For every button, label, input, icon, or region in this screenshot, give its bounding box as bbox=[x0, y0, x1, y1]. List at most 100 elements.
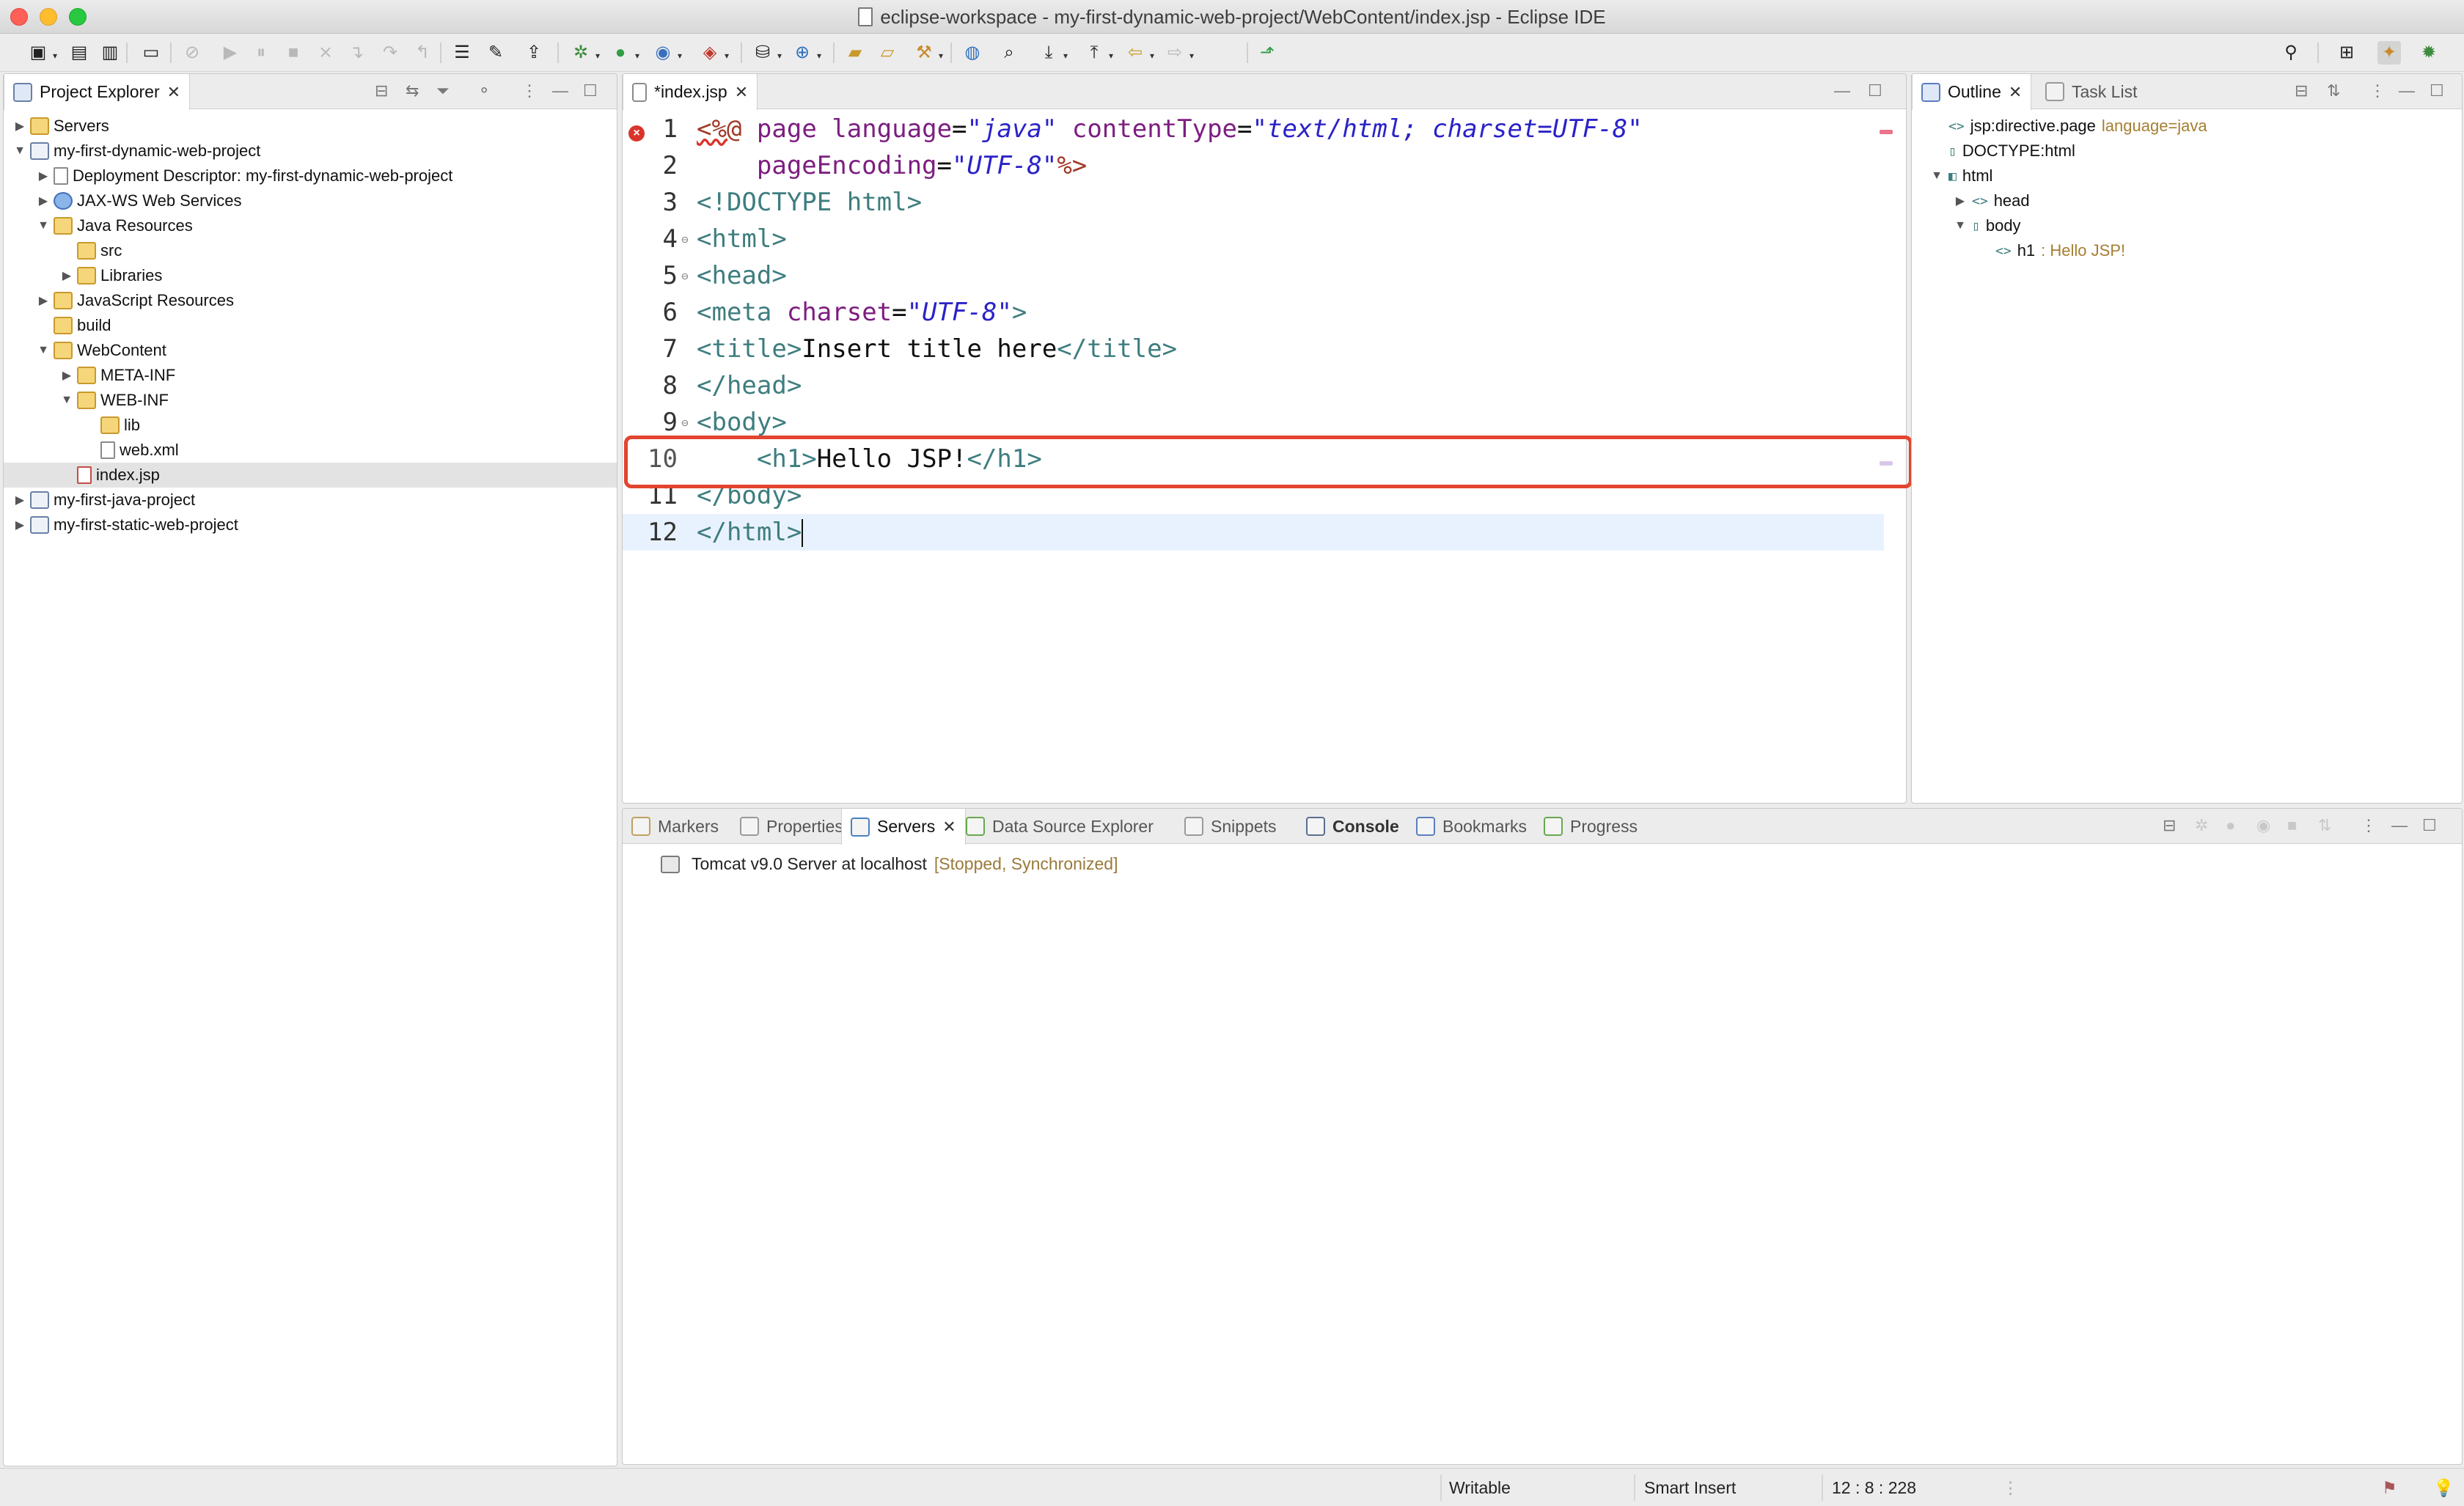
next-annotation-icon[interactable]: ⤓ ▾ bbox=[1037, 41, 1068, 65]
tree-item[interactable]: ▼ Java Resources bbox=[4, 213, 617, 238]
profile-server-icon[interactable]: ◉ bbox=[2256, 816, 2270, 835]
expand-chevron-icon[interactable]: ▶ bbox=[36, 293, 51, 308]
view-menu-icon[interactable]: ⋮ bbox=[521, 81, 538, 100]
expand-chevron-icon[interactable]: ▶ bbox=[36, 169, 51, 183]
tree-item[interactable]: ▶ META-INF bbox=[4, 363, 617, 388]
expand-chevron-icon[interactable]: ▶ bbox=[12, 493, 27, 507]
tab-index-jsp[interactable]: *index.jsp ✕ bbox=[623, 74, 758, 110]
collapse-chevron-icon[interactable]: ▼ bbox=[59, 394, 74, 407]
collapse-chevron-icon[interactable]: ▼ bbox=[1929, 169, 1944, 183]
stop-server-icon[interactable]: ■ bbox=[2287, 816, 2297, 835]
dropdown-caret-icon[interactable]: ▾ bbox=[1189, 51, 1194, 60]
tree-item[interactable]: index.jsp bbox=[4, 463, 617, 488]
line-number[interactable]: 1 bbox=[623, 114, 678, 144]
tree-item[interactable]: ▶ Libraries bbox=[4, 263, 617, 288]
dropdown-caret-icon[interactable]: ▾ bbox=[1109, 51, 1113, 60]
save-all-icon[interactable]: ▥ bbox=[98, 41, 122, 65]
line-number[interactable]: 4 bbox=[623, 224, 678, 254]
outline-item[interactable]: ▶ <> head bbox=[1912, 188, 2462, 213]
save-icon[interactable]: ▤ bbox=[67, 41, 91, 65]
disconnect-icon[interactable]: ⨯ bbox=[314, 41, 337, 65]
fold-toggle-icon[interactable]: ⊖ bbox=[678, 232, 692, 246]
expand-chevron-icon[interactable]: ▶ bbox=[59, 268, 74, 283]
outline-item[interactable]: ▼ ▯ body bbox=[1912, 213, 2462, 238]
collapse-chevron-icon[interactable]: ▼ bbox=[12, 144, 27, 158]
suspend-icon[interactable]: ⏸ bbox=[249, 41, 273, 65]
minimize-icon[interactable]: — bbox=[2391, 816, 2408, 835]
collapse-chevron-icon[interactable]: ▼ bbox=[36, 219, 51, 232]
tab-project-explorer[interactable]: Project Explorer ✕ bbox=[4, 74, 191, 110]
tree-item[interactable]: ▶ Deployment Descriptor: my-first-dynamic… bbox=[4, 164, 617, 188]
tab-progress[interactable]: Progress bbox=[1535, 809, 1646, 844]
tab-snippets[interactable]: Snippets bbox=[1176, 809, 1286, 844]
line-number[interactable]: 12 bbox=[623, 518, 678, 547]
tab-markers[interactable]: Markers bbox=[623, 809, 727, 844]
tree-item[interactable]: build bbox=[4, 313, 617, 338]
web-browser-icon[interactable]: ◍ bbox=[961, 41, 984, 65]
cursor-position-status[interactable]: 12 : 8 : 228 bbox=[1832, 1469, 1916, 1506]
server-entry[interactable]: Tomcat v9.0 Server at localhost [Stopped… bbox=[658, 854, 1118, 874]
tab-bookmarks[interactable]: Bookmarks bbox=[1407, 809, 1536, 844]
filter-icon[interactable]: ⏷ bbox=[436, 81, 450, 100]
dropdown-caret-icon[interactable]: ▾ bbox=[1063, 51, 1068, 60]
debug-perspective-icon[interactable]: ✹ bbox=[2417, 41, 2441, 65]
tab-properties[interactable]: Properties bbox=[731, 809, 852, 844]
collapse-all-icon[interactable]: ⊟ bbox=[2163, 816, 2176, 835]
expand-chevron-icon[interactable]: ▶ bbox=[1953, 194, 1968, 208]
tree-item[interactable]: ▼ WEB-INF bbox=[4, 388, 617, 413]
outline-item[interactable]: ▼ ◧ html bbox=[1912, 164, 2462, 188]
new-server-icon[interactable]: ⛁ ▾ bbox=[751, 41, 782, 65]
fold-toggle-icon[interactable]: ⊖ bbox=[678, 269, 692, 283]
previous-annotation-icon[interactable]: ⤒ ▾ bbox=[1082, 41, 1113, 65]
focus-icon[interactable]: ⚬ bbox=[477, 81, 491, 100]
maximize-icon[interactable]: ☐ bbox=[2422, 816, 2437, 835]
open-project-icon[interactable]: ▰ bbox=[843, 41, 867, 65]
code-line[interactable]: 7 <title>Insert title here</title> bbox=[623, 331, 1884, 367]
terminate-icon[interactable]: ■ bbox=[282, 41, 305, 65]
step-over-icon[interactable]: ↷ bbox=[378, 41, 402, 65]
code-line[interactable]: 8 </head> bbox=[623, 367, 1884, 404]
line-number[interactable]: 5 bbox=[623, 261, 678, 290]
close-icon[interactable]: ✕ bbox=[2009, 83, 2022, 102]
collapse-chevron-icon[interactable]: ▼ bbox=[36, 344, 51, 357]
outline-item[interactable]: <> h1: Hello JSP! bbox=[1912, 238, 2462, 263]
line-number[interactable]: 8 bbox=[623, 371, 678, 400]
code-line[interactable]: 1 <%@ page language="java" contentType="t… bbox=[623, 111, 1884, 147]
code-line[interactable]: 5 ⊖ <head> bbox=[623, 257, 1884, 294]
outline-item[interactable]: <> jsp:directive.page language=java bbox=[1912, 114, 2462, 139]
link-with-editor-icon[interactable]: ⇆ bbox=[406, 81, 419, 100]
tree-item[interactable]: ▶ my-first-java-project bbox=[4, 488, 617, 513]
tree-item[interactable]: src bbox=[4, 238, 617, 263]
start-server-icon[interactable]: ● bbox=[2226, 816, 2235, 835]
expand-chevron-icon[interactable]: ▶ bbox=[12, 119, 27, 133]
mark-occurrences-icon[interactable]: ✎ bbox=[484, 41, 507, 65]
open-folder-icon[interactable]: ▱ bbox=[876, 41, 899, 65]
line-number[interactable]: 7 bbox=[623, 334, 678, 364]
tree-item[interactable]: web.xml bbox=[4, 438, 617, 463]
find-icon[interactable]: ⚲ bbox=[2279, 41, 2303, 65]
fold-toggle-icon[interactable]: ⊖ bbox=[678, 416, 692, 430]
maximize-icon[interactable]: ☐ bbox=[1868, 81, 1882, 100]
back-icon[interactable]: ⇦ ▾ bbox=[1123, 41, 1154, 65]
line-number[interactable]: 2 bbox=[623, 151, 678, 180]
open-perspective-icon[interactable]: ⊞ bbox=[2335, 41, 2358, 65]
line-number[interactable]: 9 bbox=[623, 408, 678, 437]
collapse-chevron-icon[interactable]: ▼ bbox=[1953, 219, 1968, 232]
tree-item[interactable]: ▼ WebContent bbox=[4, 338, 617, 363]
search-icon[interactable]: ⌕ bbox=[997, 41, 1021, 65]
terminal-icon[interactable]: ▭ bbox=[139, 41, 163, 65]
pin-editor-icon[interactable]: ⬏ bbox=[1255, 41, 1279, 65]
forward-icon[interactable]: ⇨ ▾ bbox=[1163, 41, 1194, 65]
collapse-all-icon[interactable]: ⊟ bbox=[2295, 81, 2308, 100]
code-line[interactable]: 2 pageEncoding="UTF-8"%> bbox=[623, 147, 1884, 184]
outline-item[interactable]: ▯ DOCTYPE:html bbox=[1912, 139, 2462, 164]
tab-task-list[interactable]: Task List bbox=[2036, 74, 2146, 109]
dropdown-caret-icon[interactable]: ▾ bbox=[777, 51, 782, 60]
debug-icon[interactable]: ✲ ▾ bbox=[569, 41, 600, 65]
tab-servers[interactable]: Servers ✕ bbox=[841, 809, 966, 845]
sort-icon[interactable]: ⇅ bbox=[2327, 81, 2340, 100]
close-icon[interactable]: ✕ bbox=[942, 818, 956, 837]
dropdown-caret-icon[interactable]: ▾ bbox=[595, 51, 600, 60]
new-wizard-icon[interactable]: ▣ ▾ bbox=[26, 41, 57, 65]
refactor-icon[interactable]: ⚒ ▾ bbox=[912, 41, 943, 65]
